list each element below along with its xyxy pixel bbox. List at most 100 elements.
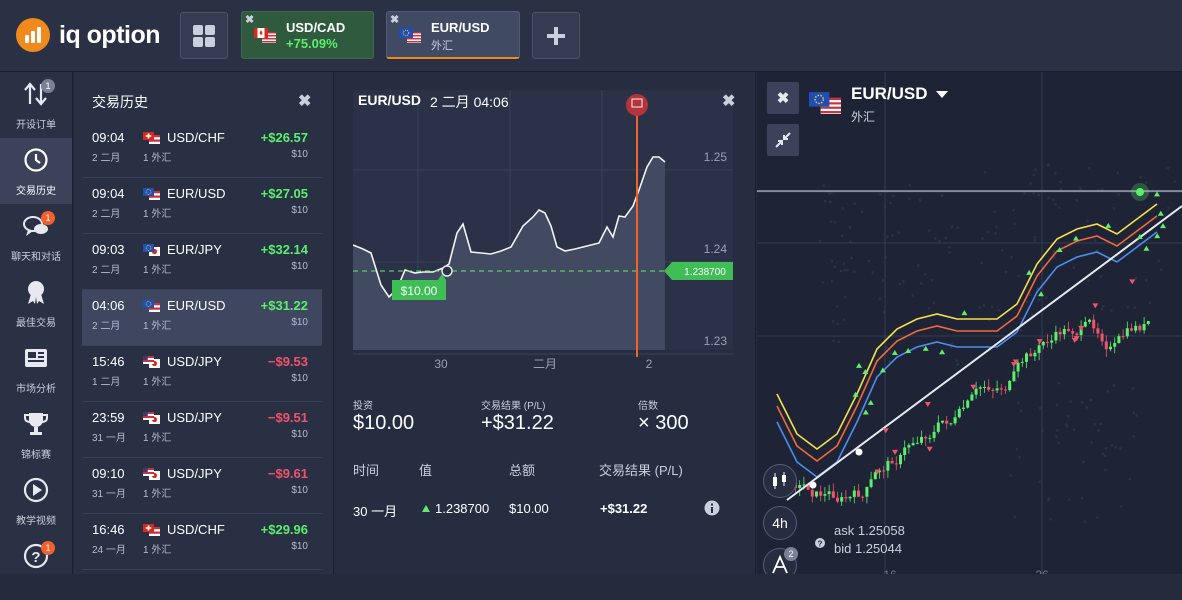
map-dot bbox=[1058, 206, 1061, 209]
sidebar-item-best-trades[interactable]: 最佳交易 bbox=[0, 270, 72, 336]
timeframe-button[interactable]: 4h bbox=[763, 506, 797, 540]
flag-eu-us-icon bbox=[143, 188, 160, 200]
trade-row[interactable]: 09:03 2 二月 EUR/JPY 1 外汇 +$32.14 $10 bbox=[82, 234, 322, 290]
map-dot bbox=[981, 237, 984, 240]
buy-signal-arrow bbox=[856, 362, 863, 368]
main-price-chart[interactable]: 1626 bbox=[757, 72, 1182, 574]
chevron-down-icon bbox=[936, 91, 949, 98]
sidebar-item-trade-history[interactable]: 交易历史 bbox=[0, 138, 72, 204]
map-dot bbox=[1081, 400, 1084, 404]
badge: 2 bbox=[784, 547, 798, 561]
map-dot bbox=[1144, 181, 1148, 184]
candle-body bbox=[928, 437, 932, 439]
asset-pair: EUR/USD bbox=[851, 84, 928, 103]
close-icon[interactable]: ✖ bbox=[722, 91, 735, 111]
sidebar-item-help[interactable]: ? 1 bbox=[0, 534, 72, 600]
trade-row[interactable]: 23:59 31 一月 USD/JPY 1 外汇 −$9.51 $10 bbox=[82, 402, 322, 458]
add-asset-button[interactable] bbox=[532, 12, 580, 59]
candle-body bbox=[886, 460, 890, 471]
map-dot bbox=[1069, 400, 1072, 403]
bid-price: bid 1.25044 bbox=[834, 541, 902, 556]
asset-selector[interactable]: EUR/USD bbox=[851, 84, 949, 104]
trade-investment: $10 bbox=[291, 485, 308, 496]
map-dot bbox=[948, 251, 951, 254]
grid-button[interactable] bbox=[180, 12, 228, 59]
map-dot bbox=[933, 237, 937, 240]
trophy-icon bbox=[24, 413, 48, 435]
candle-body bbox=[1092, 319, 1096, 329]
map-dot bbox=[1019, 409, 1023, 413]
candle-body bbox=[798, 484, 802, 488]
info-icon[interactable] bbox=[704, 500, 720, 516]
map-dot bbox=[1082, 460, 1085, 464]
trade-row[interactable]: 16:46 24 一月 USD/CHF 1 外汇 +$29.96 $10 bbox=[82, 514, 322, 570]
badge: 1 bbox=[41, 79, 55, 93]
map-dot bbox=[1044, 296, 1048, 299]
map-dot bbox=[1103, 454, 1107, 457]
candlestick-icon bbox=[773, 472, 786, 489]
candle-body bbox=[970, 394, 974, 401]
map-dot bbox=[832, 339, 835, 343]
sidebar-item-open-orders[interactable]: 1 开设订单 bbox=[0, 72, 72, 138]
close-chart-button[interactable]: ✖ bbox=[767, 82, 799, 114]
candle-body bbox=[1041, 341, 1045, 346]
map-dot bbox=[907, 197, 911, 201]
trade-pair: USD/CHF bbox=[167, 130, 225, 145]
asset-tab-eurusd[interactable]: ✖ EUR/USD 外汇 bbox=[386, 11, 520, 59]
map-dot bbox=[846, 268, 849, 272]
map-dot bbox=[990, 305, 994, 309]
candle-body bbox=[911, 443, 915, 446]
close-icon[interactable]: ✖ bbox=[298, 91, 311, 111]
map-dot bbox=[1117, 193, 1120, 196]
buy-signal-arrow bbox=[1143, 245, 1150, 251]
trade-row[interactable]: 04:06 2 二月 EUR/USD 1 外汇 +$31.22 $10 bbox=[82, 290, 322, 346]
play-icon bbox=[23, 477, 49, 503]
trade-detail-panel: $10.00 1.238700 1.25 1.24 1.23 30 二月 2 EUR/USD … bbox=[335, 72, 756, 574]
logo[interactable]: iq option bbox=[16, 18, 161, 52]
trade-row[interactable]: 09:04 2 二月 EUR/USD 1 外汇 +$27.05 $10 bbox=[82, 178, 322, 234]
trade-row[interactable]: 09:10 31 一月 USD/JPY 1 外汇 −$9.61 $10 bbox=[82, 458, 322, 514]
trade-row[interactable]: 09:04 2 二月 USD/CHF 1 外汇 +$26.57 $10 bbox=[82, 122, 322, 178]
sidebar-item-video-tutorials[interactable]: 教学视频 bbox=[0, 468, 72, 534]
asset-tab-usdcad[interactable]: ✖ USD/CAD +75.09% bbox=[241, 11, 374, 59]
sidebar-item-tournaments[interactable]: 锦标赛 bbox=[0, 402, 72, 468]
map-dot bbox=[997, 309, 1001, 312]
trade-profit: +$27.05 bbox=[260, 186, 308, 201]
map-dot bbox=[1112, 206, 1115, 210]
trade-chart[interactable]: $10.00 1.238700 1.25 1.24 1.23 30 二月 2 bbox=[353, 90, 733, 375]
trade-investment: $10 bbox=[291, 317, 308, 328]
indicators-button[interactable]: 2 bbox=[763, 547, 798, 574]
candle-body bbox=[1046, 341, 1049, 343]
candle-body bbox=[1033, 352, 1037, 357]
trade-date: 2 二月 bbox=[92, 321, 121, 332]
collapse-button[interactable] bbox=[767, 124, 799, 156]
candle-body bbox=[857, 490, 860, 497]
map-dot bbox=[878, 297, 882, 300]
close-icon[interactable]: ✖ bbox=[245, 13, 254, 26]
chart-type-button[interactable] bbox=[763, 464, 797, 498]
candle-body bbox=[827, 491, 831, 495]
badge: 1 bbox=[41, 211, 55, 225]
trade-date: 31 一月 bbox=[92, 433, 126, 444]
candle-body bbox=[823, 494, 827, 496]
sidebar-item-market-analysis[interactable]: 市场分析 bbox=[0, 336, 72, 402]
close-icon[interactable]: ✖ bbox=[390, 13, 399, 26]
top-bar: iq option ✖ USD/CAD +75.09% ✖ EUR/USD 外汇 bbox=[0, 0, 1182, 72]
trade-row[interactable]: 15:46 1 二月 USD/JPY 1 外汇 −$9.53 $10 bbox=[82, 346, 322, 402]
candle-body bbox=[932, 431, 936, 438]
history-clock-icon bbox=[24, 148, 48, 172]
x-tick-label: 16 bbox=[883, 568, 897, 574]
candle-body bbox=[995, 388, 999, 391]
trade-investment: $10 bbox=[291, 541, 308, 552]
map-dot bbox=[1112, 384, 1116, 387]
buy-signal-arrow bbox=[1160, 223, 1167, 229]
candle-body bbox=[836, 497, 839, 502]
sidebar-item-chat[interactable]: 1 聊天和对话 bbox=[0, 204, 72, 270]
map-dot bbox=[1093, 239, 1097, 242]
candle-body bbox=[1088, 319, 1091, 322]
map-dot bbox=[1065, 423, 1068, 426]
map-dot bbox=[938, 239, 941, 243]
help-icon[interactable]: ? bbox=[815, 538, 825, 548]
candle-body bbox=[1117, 336, 1121, 344]
map-dot bbox=[1083, 520, 1086, 523]
